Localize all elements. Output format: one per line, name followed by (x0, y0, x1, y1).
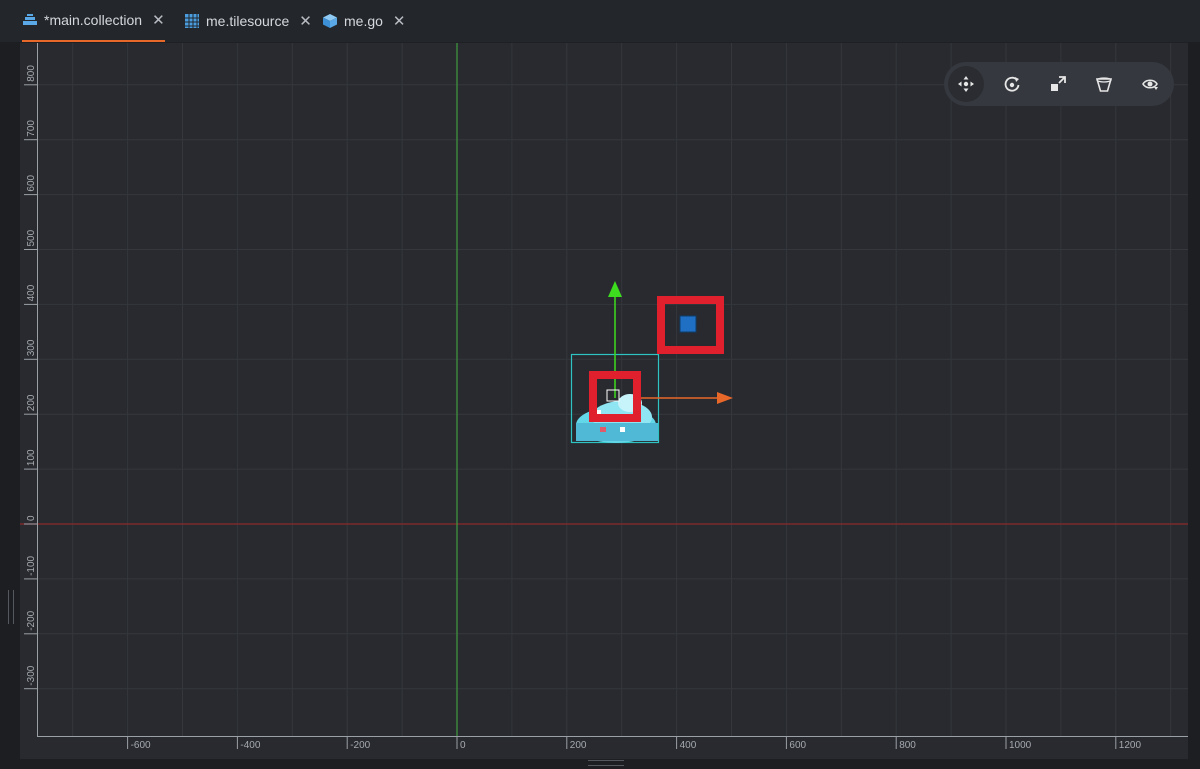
gizmo-center-handle[interactable] (606, 389, 620, 402)
y-ruler-label: -200 (26, 610, 37, 630)
left-gutter (0, 42, 20, 769)
rotate-icon (1004, 76, 1020, 92)
gizmo-plane-handle[interactable] (679, 315, 697, 333)
scene-viewport[interactable]: -600 -400 -200 0 200 400 600 800 1000 1200 800 700 6… (20, 43, 1188, 759)
x-ruler-label: -400 (240, 740, 260, 751)
tab-label: me.tilesource (206, 13, 290, 29)
tab-me-tilesource[interactable]: me.tilesource ✕ (184, 0, 312, 42)
close-icon[interactable]: ✕ (393, 12, 406, 30)
bottom-resize-handle[interactable] (588, 760, 624, 766)
y-ruler-label: 500 (26, 229, 37, 246)
collection-icon (22, 12, 38, 28)
move-icon (958, 76, 974, 92)
tab-me-go[interactable]: me.go ✕ (322, 0, 406, 42)
visibility-icon (1142, 79, 1158, 90)
y-ruler-label: -100 (26, 555, 37, 575)
tab-label: *main.collection (44, 12, 143, 28)
move-tool[interactable] (948, 66, 984, 102)
close-icon[interactable]: ✕ (299, 12, 312, 30)
tilesource-icon (184, 13, 200, 29)
perspective-icon (1095, 77, 1113, 92)
side-resize-handle[interactable] (8, 590, 14, 624)
gizmo-y-arrow[interactable] (608, 281, 622, 297)
y-ruler-label: 800 (26, 65, 37, 82)
ruler-labels: -600 -400 -200 0 200 400 600 800 1000 12008007006… (24, 65, 1141, 751)
gizmo-x-arrow[interactable] (717, 392, 733, 404)
visibility-tool[interactable] (1132, 66, 1168, 102)
perspective-tool[interactable] (1086, 66, 1122, 102)
game-object-icon (322, 13, 338, 29)
y-ruler-label: 100 (26, 449, 37, 466)
tab-bar: *main.collection ✕ me.tilesource ✕ me.go… (0, 0, 1200, 42)
scene-canvas[interactable]: -600 -400 -200 0 200 400 600 800 1000 12008007006… (20, 43, 1188, 759)
x-ruler-label: -200 (350, 740, 370, 751)
scale-tool[interactable] (1040, 66, 1076, 102)
close-icon[interactable]: ✕ (152, 11, 165, 29)
y-ruler-label: 200 (26, 394, 37, 411)
x-ruler-label: 1000 (1009, 740, 1032, 751)
manipulator-toolbar (944, 62, 1174, 106)
tab-label: me.go (344, 13, 383, 29)
x-ruler-label: 1200 (1119, 740, 1142, 751)
y-ruler-label: -300 (26, 665, 37, 685)
y-ruler-label: 300 (26, 339, 37, 356)
y-ruler-label: 700 (26, 120, 37, 137)
x-ruler-label: 0 (460, 740, 466, 751)
x-ruler-label: 400 (680, 740, 697, 751)
right-gutter (1188, 42, 1200, 769)
x-ruler-label: -600 (131, 740, 151, 751)
rotate-tool[interactable] (994, 66, 1030, 102)
x-ruler-label: 200 (570, 740, 587, 751)
x-ruler-label: 600 (789, 740, 806, 751)
y-ruler-label: 400 (26, 284, 37, 301)
y-ruler-label: 600 (26, 174, 37, 191)
x-ruler-label: 800 (899, 740, 916, 751)
y-ruler-label: 0 (26, 515, 37, 521)
scale-icon (1051, 76, 1066, 91)
tab-main-collection[interactable]: *main.collection ✕ (22, 0, 165, 42)
grid (37, 43, 1188, 736)
